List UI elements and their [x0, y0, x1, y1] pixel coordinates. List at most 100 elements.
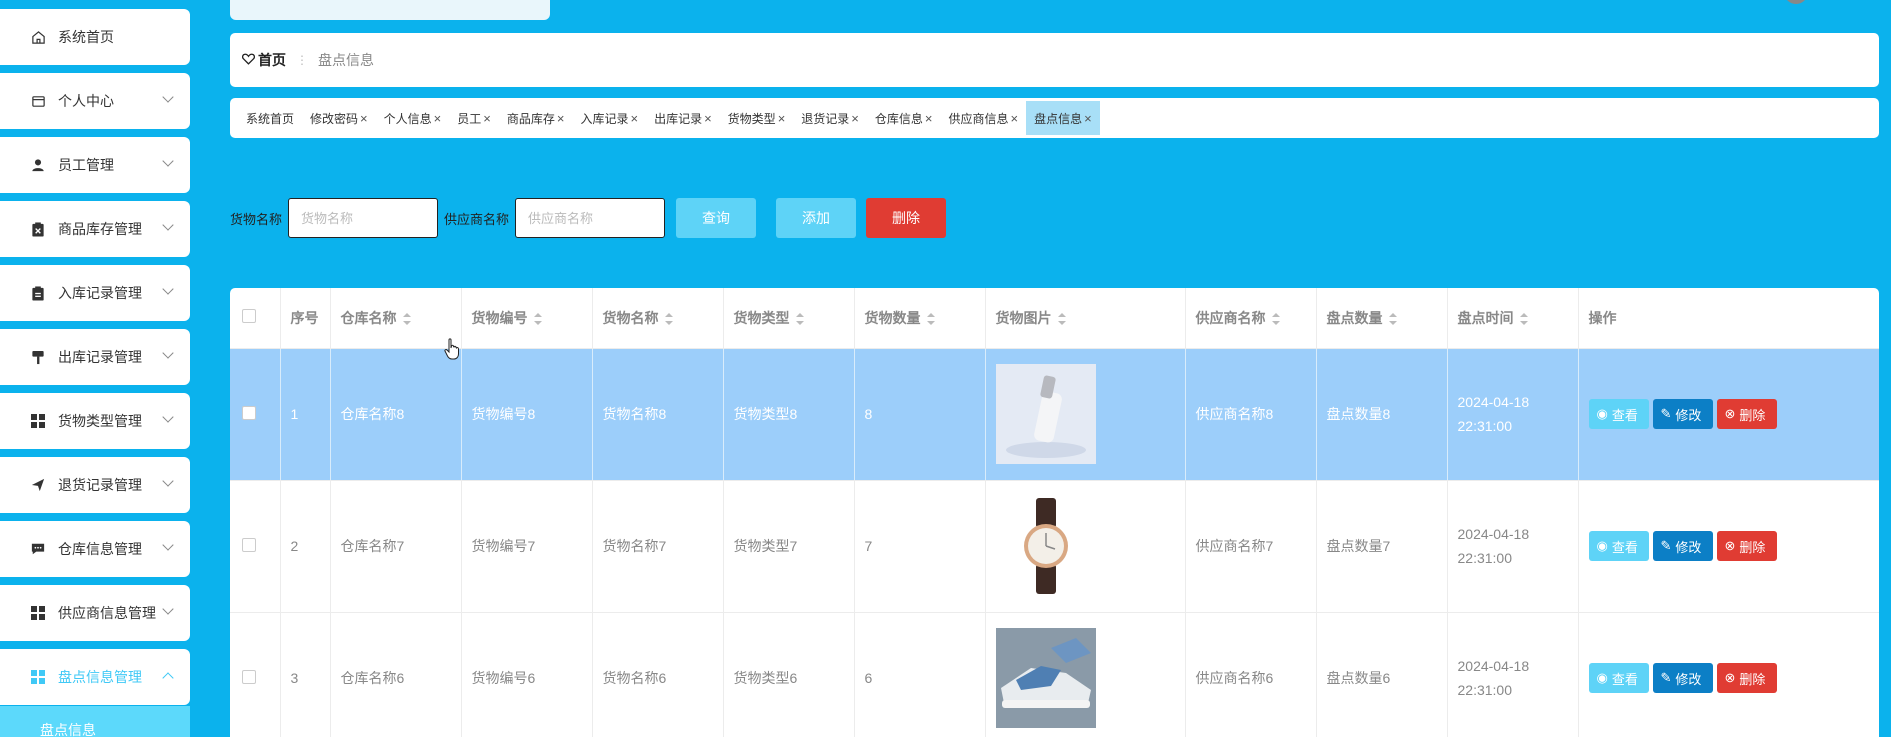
sidebar-item-label: 个人中心 [58, 93, 114, 109]
close-icon[interactable]: × [851, 111, 859, 126]
sneaker-photo[interactable] [995, 628, 1096, 728]
column-header-label: 供应商名称 [1195, 309, 1266, 326]
table-header-row: 序号 仓库名称 货物编号 货物名称 货物类型 货物数量 货物图片 供应商名称 盘… [230, 288, 1879, 349]
column-header-label: 货物名称 [602, 309, 659, 326]
column-header[interactable]: 供应商名称 [1185, 288, 1317, 349]
add-button[interactable]: 添加 [776, 198, 857, 238]
bottle-photo[interactable] [995, 364, 1096, 464]
sidebar-item-warehouse[interactable]: 仓库信息管理 [0, 521, 190, 577]
select-all-checkbox[interactable] [230, 288, 281, 349]
delete-button[interactable]: ⊗ 删除 [1716, 663, 1777, 693]
close-icon[interactable]: × [360, 111, 368, 126]
tag-warehouse[interactable]: 仓库信息 × [867, 101, 941, 135]
table-row[interactable]: 2 仓库名称7 货物编号7 货物名称7 货物类型7 7 供应商名称7 盘点数量7… [230, 480, 1879, 613]
sidebar-item-returns[interactable]: 退货记录管理 [0, 457, 190, 513]
chat-icon [30, 541, 46, 557]
tag-goods-type[interactable]: 货物类型 × [720, 101, 794, 135]
tag-inbound[interactable]: 入库记录 × [572, 101, 646, 135]
view-button[interactable]: ◉ 查看 [1588, 399, 1649, 429]
goods-name-input[interactable] [288, 198, 439, 238]
column-header[interactable]: 仓库名称 [330, 288, 462, 349]
tag-returns[interactable]: 退货记录 × [793, 101, 867, 135]
column-header-label: 货物图片 [995, 309, 1052, 326]
cell-type: 货物类型6 [723, 612, 855, 737]
column-header[interactable]: 货物数量 [854, 288, 986, 349]
tag-employee[interactable]: 员工 × [449, 101, 499, 135]
tag-home[interactable]: 系统首页 [238, 101, 302, 135]
column-header-label: 盘点数量 [1326, 309, 1383, 326]
sidebar-item-label: 退货记录管理 [58, 477, 142, 493]
close-icon[interactable]: × [630, 111, 638, 126]
row-actions: ◉ 查看 ✎ 修改 ⊗ 删除 [1588, 663, 1880, 693]
sidebar-item-inbound[interactable]: 入库记录管理 [0, 265, 190, 321]
sidebar-item-inventory[interactable]: 商品库存管理 [0, 201, 190, 257]
sort-icon[interactable] [1271, 313, 1280, 326]
sort-icon[interactable] [1519, 313, 1528, 326]
row-checkbox[interactable] [242, 405, 256, 420]
tag-stocktake[interactable]: 盘点信息 × [1026, 101, 1100, 135]
supplier-name-input[interactable] [515, 198, 666, 238]
sidebar-item-home[interactable]: 系统首页 [0, 9, 190, 65]
sort-icon[interactable] [664, 313, 673, 326]
sort-icon[interactable] [1388, 313, 1397, 326]
view-button[interactable]: ◉ 查看 [1588, 663, 1649, 693]
sort-icon[interactable] [1057, 313, 1066, 326]
row-checkbox[interactable] [242, 669, 256, 684]
edit-button[interactable]: ✎ 修改 [1652, 399, 1713, 429]
column-header[interactable]: 货物名称 [592, 288, 724, 349]
tag-inventory[interactable]: 商品库存 × [499, 101, 573, 135]
sidebar-item-stocktake[interactable]: 盘点信息管理 [0, 649, 190, 705]
sidebar-item-personal-center[interactable]: 个人中心 [0, 73, 190, 129]
close-icon[interactable]: × [483, 111, 491, 126]
close-icon[interactable]: × [704, 111, 712, 126]
column-header[interactable]: 货物图片 [985, 288, 1186, 349]
delete-button[interactable]: ⊗ 删除 [1716, 531, 1777, 561]
view-button[interactable]: ◉ 查看 [1588, 531, 1649, 561]
watch-photo[interactable] [995, 496, 1096, 596]
close-icon[interactable]: × [557, 111, 565, 126]
chevron-down-icon [162, 91, 174, 103]
table-row[interactable]: 3 仓库名称6 货物编号6 货物名称6 货物类型6 6 供应商名称6 盘点数量6… [230, 612, 1879, 737]
sort-icon[interactable] [795, 313, 804, 326]
sidebar-item-goods-types[interactable]: 货物类型管理 [0, 393, 190, 449]
column-header[interactable]: 盘点数量 [1316, 288, 1448, 349]
cell-name: 货物名称6 [592, 612, 724, 737]
column-header[interactable]: 盘点时间 [1447, 288, 1579, 349]
close-icon[interactable]: × [434, 111, 442, 126]
column-header[interactable]: 货物编号 [461, 288, 593, 349]
sidebar-item-employees[interactable]: 员工管理 [0, 137, 190, 193]
sort-icon[interactable] [533, 313, 542, 326]
tag-outbound[interactable]: 出库记录 × [646, 101, 720, 135]
sidebar-item-outbound[interactable]: 出库记录管理 [0, 329, 190, 385]
tag-change-password[interactable]: 修改密码 × [302, 101, 376, 135]
heart-icon [241, 53, 256, 68]
close-icon[interactable]: × [1011, 111, 1019, 126]
sort-icon[interactable] [926, 313, 935, 326]
close-icon[interactable]: × [925, 111, 933, 126]
edit-button[interactable]: ✎ 修改 [1652, 663, 1713, 693]
search-bar: 货物名称 供应商名称 查询 添加 删除 [230, 198, 947, 238]
batch-delete-button[interactable]: 删除 [866, 198, 947, 238]
breadcrumb-home[interactable]: 首页 [241, 50, 286, 70]
column-header-label: 货物编号 [471, 309, 528, 326]
cell-time: 2024-04-18 22:31:00 [1447, 348, 1579, 481]
x-circle-icon: ⊗ [1724, 538, 1736, 553]
close-icon[interactable]: × [778, 111, 786, 126]
edit-button[interactable]: ✎ 修改 [1652, 531, 1713, 561]
column-header: 操作 [1578, 288, 1879, 349]
avatar[interactable] [1784, 0, 1808, 4]
tag-supplier[interactable]: 供应商信息 × [941, 101, 1027, 135]
edit-label: 修改 [1675, 407, 1702, 423]
delete-button[interactable]: ⊗ 删除 [1716, 399, 1777, 429]
query-button[interactable]: 查询 [676, 198, 757, 238]
sort-icon[interactable] [402, 313, 411, 326]
tag-personal-info[interactable]: 个人信息 × [376, 101, 450, 135]
table-row[interactable]: 1 仓库名称8 货物编号8 货物名称8 货物类型8 8 供应商名称8 盘点数量8… [230, 348, 1879, 481]
top-strip [230, 0, 550, 20]
submenu-item-stocktake-info[interactable]: 盘点信息 [0, 706, 190, 737]
row-checkbox[interactable] [242, 537, 256, 552]
sidebar-item-suppliers[interactable]: 供应商信息管理 [0, 585, 190, 641]
cell-image [985, 612, 1186, 737]
close-icon[interactable]: × [1084, 111, 1092, 126]
column-header[interactable]: 货物类型 [723, 288, 855, 349]
